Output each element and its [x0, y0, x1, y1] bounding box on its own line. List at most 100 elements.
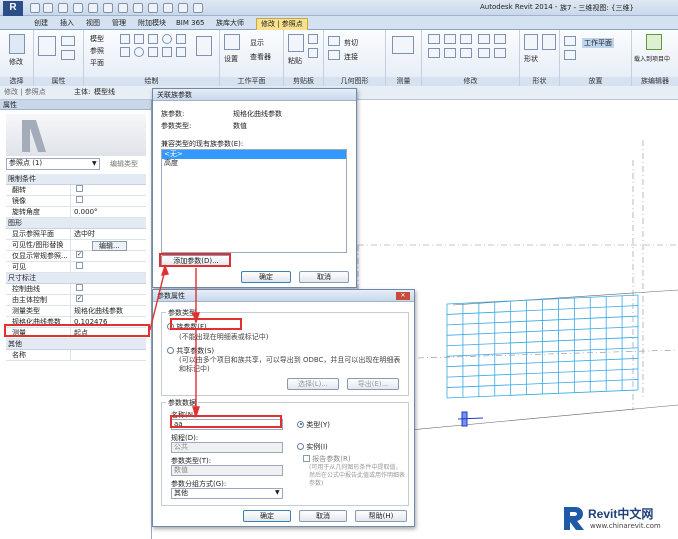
family-category-icon[interactable]: [61, 50, 75, 60]
property-row[interactable]: 镜像: [6, 196, 146, 207]
measure-dimension-icon[interactable]: [392, 36, 414, 54]
shape-icon[interactable]: [524, 34, 538, 50]
workplane-viewer[interactable]: 查看器: [250, 52, 271, 62]
tab-family-master[interactable]: 族库大师: [212, 18, 248, 30]
workplane-show[interactable]: 显示: [250, 38, 264, 48]
join-geometry-icon[interactable]: [328, 50, 340, 60]
ellipse-tool-icon[interactable]: [134, 47, 144, 57]
instance-radio[interactable]: 实例(I): [297, 442, 328, 452]
polygon-tool-icon[interactable]: [148, 34, 158, 44]
measure-icon[interactable]: [103, 3, 113, 13]
move-icon[interactable]: [428, 48, 440, 58]
property-value[interactable]: 0.000°: [74, 207, 98, 218]
property-row[interactable]: 名称: [6, 350, 146, 361]
geometry-join[interactable]: 连接: [344, 52, 358, 62]
type-selector-chevron-down-icon[interactable]: ▼: [92, 160, 97, 167]
property-row[interactable]: 测量类型 规格化曲线参数: [6, 306, 146, 317]
property-value[interactable]: 编辑...: [92, 241, 127, 251]
close-icon[interactable]: ✕: [396, 292, 410, 300]
select-button[interactable]: 选择(L)...: [287, 378, 339, 390]
cut-icon[interactable]: [308, 34, 318, 44]
tab-bim365[interactable]: BIM 365: [172, 18, 209, 30]
circle-tool-icon[interactable]: [162, 34, 172, 44]
property-row[interactable]: 显示参照平面 选中时: [6, 229, 146, 240]
workplane-draw-icon[interactable]: [196, 36, 212, 56]
cut-geometry-icon[interactable]: [328, 36, 340, 46]
host-value[interactable]: 模型线: [94, 86, 115, 99]
arc-tool-icon[interactable]: [176, 34, 186, 44]
switch-windows-icon[interactable]: [193, 3, 203, 13]
shared-parameter-radio[interactable]: 共享参数(S): [167, 346, 214, 356]
line-tool-icon[interactable]: [120, 34, 130, 44]
load-into-project-icon[interactable]: [646, 34, 662, 50]
property-category[interactable]: 图形: [6, 218, 146, 229]
set-workplane-icon[interactable]: [224, 34, 240, 50]
property-checkbox[interactable]: [76, 185, 83, 192]
pick-new-host-icon[interactable]: [542, 34, 556, 50]
property-checkbox[interactable]: [76, 262, 83, 269]
text-icon[interactable]: [118, 3, 128, 13]
group-by-select[interactable]: 其他: [171, 488, 283, 499]
property-row[interactable]: 翻转: [6, 185, 146, 196]
workplane-set[interactable]: 设置: [224, 54, 238, 64]
close-hidden-icon[interactable]: [178, 3, 188, 13]
shape-item[interactable]: 形状: [524, 54, 538, 64]
property-checkbox[interactable]: ✓: [76, 251, 83, 258]
load-into-project[interactable]: 载入到项目中: [634, 54, 670, 63]
draw-model[interactable]: 模型: [90, 34, 104, 44]
split-icon[interactable]: [478, 48, 490, 58]
list-item[interactable]: <无>: [162, 150, 346, 159]
save-icon[interactable]: [43, 3, 53, 13]
offset-icon[interactable]: [444, 34, 456, 44]
group-by-chevron-down-icon[interactable]: ▼: [275, 489, 280, 496]
spline-tool-icon[interactable]: [120, 47, 130, 57]
property-row[interactable]: 控制曲线: [6, 284, 146, 295]
place-workplane[interactable]: 工作平面: [582, 38, 614, 48]
cancel-button[interactable]: 取消: [299, 271, 349, 283]
type-selector[interactable]: 参照点 (1): [6, 158, 100, 170]
redo-icon[interactable]: [73, 3, 83, 13]
point-tool-icon[interactable]: [148, 47, 158, 57]
property-category[interactable]: 限制条件: [6, 174, 146, 185]
tab-create[interactable]: 创建: [30, 18, 52, 30]
draw-on-workplane-icon[interactable]: [564, 50, 576, 60]
draw-on-face-icon[interactable]: [564, 36, 576, 46]
modify-arrow-icon[interactable]: [9, 34, 25, 54]
cancel-button[interactable]: 取消: [299, 510, 347, 522]
3d-view-icon[interactable]: [133, 3, 143, 13]
pin-icon[interactable]: [494, 34, 506, 44]
discipline-select[interactable]: 公共: [171, 442, 283, 453]
property-checkbox[interactable]: [76, 284, 83, 291]
property-row[interactable]: 可见性/图形替换 编辑...: [6, 240, 146, 251]
revit-app-icon[interactable]: R: [3, 1, 23, 16]
copy-icon[interactable]: [308, 48, 318, 58]
rectangle-tool-icon[interactable]: [134, 34, 144, 44]
property-value[interactable]: 选中时: [74, 229, 95, 240]
compatible-params-list[interactable]: <无> 高度: [161, 149, 347, 253]
panel-grid[interactable]: [446, 294, 639, 399]
undo-icon[interactable]: [58, 3, 68, 13]
type-radio[interactable]: 类型(Y): [297, 420, 330, 430]
draw-plane[interactable]: 平面: [90, 58, 104, 68]
property-checkbox[interactable]: [76, 196, 83, 203]
open-icon[interactable]: [30, 3, 40, 13]
properties-icon[interactable]: [38, 36, 56, 56]
ok-button[interactable]: 确定: [241, 271, 291, 283]
align-icon[interactable]: [428, 34, 440, 44]
tab-modify-reference-point[interactable]: 修改 | 参照点: [256, 18, 308, 30]
property-checkbox[interactable]: ✓: [76, 295, 83, 302]
family-types-icon[interactable]: [61, 36, 75, 46]
property-category[interactable]: 尺寸标注: [6, 273, 146, 284]
pick-lines-icon[interactable]: [162, 47, 172, 57]
property-row[interactable]: 仅显示常规参照... ✓: [6, 251, 146, 262]
rotate-icon[interactable]: [460, 48, 472, 58]
thin-lines-icon[interactable]: [163, 3, 173, 13]
tab-addins[interactable]: 附加模块: [134, 18, 170, 30]
property-row[interactable]: 旋转角度 0.000°: [6, 207, 146, 218]
param-kind-select[interactable]: 数值: [171, 465, 283, 476]
ok-button[interactable]: 确定: [243, 510, 291, 522]
paste-icon[interactable]: [288, 34, 304, 52]
edit-type-button[interactable]: 编辑类型: [110, 159, 138, 169]
tab-insert[interactable]: 插入: [56, 18, 78, 30]
property-category[interactable]: 其他: [6, 339, 146, 350]
